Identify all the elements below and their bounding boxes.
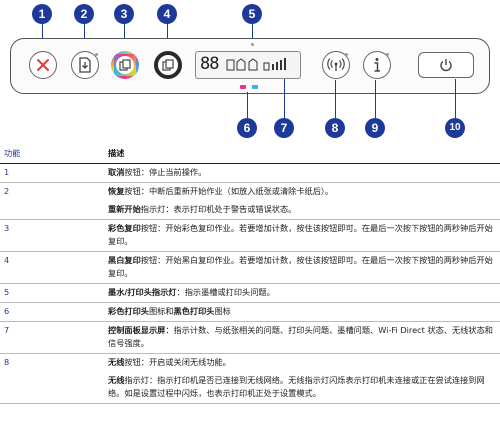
info-indicator-light bbox=[386, 53, 389, 56]
feature-number: 4 bbox=[0, 251, 104, 284]
display-count-digits: 88 bbox=[200, 54, 220, 74]
callout-8-leader bbox=[335, 80, 336, 118]
description-paragraph: 控制面板显示屏：指示计数、与纸张相关的问题、打印头问题、墨槽问题、Wi-Fi D… bbox=[108, 324, 496, 350]
feature-description: 无线按钮：开启或关闭无线功能。 无线指示灯：指示打印机是否已连接到无线网络。无线指… bbox=[104, 353, 500, 404]
description-paragraph: 彩色打印头图标和黑色打印头图标 bbox=[108, 305, 496, 318]
callout-9: 9 bbox=[365, 118, 385, 138]
feature-description: 恢复按钮：中断后重新开始作业（如放入纸张或清除卡纸后）。 重新开始指示灯：表示打印… bbox=[104, 182, 500, 220]
callout-3: 3 bbox=[114, 4, 134, 24]
description-text: ：指示墨槽或打印头问题。 bbox=[176, 287, 275, 297]
resume-indicator-light bbox=[95, 53, 98, 56]
table-row: 3 彩色复印按钮：开始彩色复印作业。若要增加计数，按住该按钮即可。在最后一次按下按… bbox=[0, 219, 500, 252]
callout-7: 7 bbox=[274, 118, 294, 138]
feature-number: 7 bbox=[0, 321, 104, 354]
term: 无线 bbox=[108, 375, 125, 385]
color-copy-button[interactable] bbox=[111, 51, 139, 79]
callout-2: 2 bbox=[74, 4, 94, 24]
feature-column-header: 功能 bbox=[0, 143, 104, 164]
callout-4: 4 bbox=[157, 4, 177, 24]
feature-description: 黑白复印按钮：开始黑白复印作业。若要增加计数，按住该按钮即可。在最后一次按下按钮… bbox=[104, 251, 500, 284]
description-paragraph: 无线指示灯：指示打印机是否已连接到无线网络。无线指示灯闪烁表示打印机未连接或正在… bbox=[108, 374, 496, 400]
callout-8: 8 bbox=[325, 118, 345, 138]
callout-5: 5 bbox=[242, 4, 262, 24]
black-copy-icon bbox=[162, 59, 174, 71]
feature-number: 1 bbox=[0, 163, 104, 183]
feature-description: 彩色复印按钮：开始彩色复印作业。若要增加计数，按住该按钮即可。在最后一次按下按钮… bbox=[104, 219, 500, 252]
callout-6-leader bbox=[247, 92, 248, 118]
table-header-row: 功能 描述 bbox=[0, 143, 500, 164]
description-paragraph: 无线按钮：开启或关闭无线功能。 bbox=[108, 356, 496, 369]
black-copy-button[interactable] bbox=[154, 51, 182, 79]
wireless-indicator-light bbox=[345, 53, 348, 56]
black-printhead-icon bbox=[252, 85, 258, 89]
table-row: 8 无线按钮：开启或关闭无线功能。 无线指示灯：指示打印机是否已连接到无线网络。无线… bbox=[0, 353, 500, 404]
feature-description: 控制面板显示屏：指示计数、与纸张相关的问题、打印头问题、墨槽问题、Wi-Fi D… bbox=[104, 321, 500, 354]
description-paragraph: 恢复按钮：中断后重新开始作业（如放入纸张或清除卡纸后）。 bbox=[108, 185, 496, 198]
callout-9-leader bbox=[375, 80, 376, 118]
table-row: 6 彩色打印头图标和黑色打印头图标 bbox=[0, 302, 500, 322]
resume-icon bbox=[79, 57, 91, 73]
description-paragraph: 重新开始指示灯：表示打印机处于警告或错误状态。 bbox=[108, 203, 496, 216]
callout-10-leader bbox=[455, 79, 456, 118]
term: 控制面板显示屏 bbox=[108, 325, 166, 335]
color-printhead-icon bbox=[240, 85, 246, 89]
callout-10: 10 bbox=[445, 118, 465, 138]
feature-number: 5 bbox=[0, 283, 104, 303]
table-row: 5 墨水/打印头指示灯：指示墨槽或打印头问题。 bbox=[0, 283, 500, 303]
control-panel-display: 88 bbox=[195, 51, 301, 79]
feature-table: 功能 描述 1 取消按钮：停止当前操作。 2 恢复按钮：中断后重新开始作业（如放入纸张… bbox=[0, 143, 500, 404]
term: 墨水/打印头指示灯 bbox=[108, 287, 177, 297]
feature-description: 墨水/打印头指示灯：指示墨槽或打印头问题。 bbox=[104, 283, 500, 303]
description-text: 按钮：中断后重新开始作业（如放入纸张或清除卡纸后）。 bbox=[124, 186, 334, 196]
feature-description: 彩色打印头图标和黑色打印头图标 bbox=[104, 302, 500, 322]
description-text: ：指示计数、与纸张相关的问题、打印头问题、墨槽问题、Wi-Fi Direct 状… bbox=[108, 325, 493, 348]
power-icon bbox=[440, 59, 452, 72]
manual-page: { "callouts": ["1","2","3","4","5","6","… bbox=[0, 0, 500, 432]
description-text: 指示灯：指示打印机是否已连接到无线网络。无线指示灯闪烁表示打印机未连接或正在尝试… bbox=[108, 375, 485, 398]
power-button[interactable] bbox=[418, 52, 474, 78]
term: 彩色复印 bbox=[108, 223, 141, 233]
description-column-header: 描述 bbox=[104, 143, 500, 164]
description-text: 按钮：开启或关闭无线功能。 bbox=[124, 357, 231, 367]
description-text: 图标和 bbox=[148, 306, 174, 316]
description-text: 指示灯：表示打印机处于警告或错误状态。 bbox=[140, 204, 297, 214]
description-text: 按钮：开始彩色复印作业。若要增加计数，按住该按钮即可。在最后一次按下按钮的两秒钟… bbox=[108, 223, 493, 246]
description-paragraph: 黑白复印按钮：开始黑白复印作业。若要增加计数，按住该按钮即可。在最后一次按下按钮… bbox=[108, 254, 496, 280]
description-paragraph: 墨水/打印头指示灯：指示墨槽或打印头问题。 bbox=[108, 286, 496, 299]
feature-number: 3 bbox=[0, 219, 104, 252]
table-body: 1 取消按钮：停止当前操作。 2 恢复按钮：中断后重新开始作业（如放入纸张或清除卡纸后… bbox=[0, 163, 500, 404]
description-paragraph: 取消按钮：停止当前操作。 bbox=[108, 166, 496, 179]
ink-printhead-indicator-light bbox=[251, 43, 254, 46]
term: 无线 bbox=[108, 357, 125, 367]
callout-6: 6 bbox=[237, 118, 257, 138]
color-copy-icon bbox=[116, 56, 134, 74]
description-text: 按钮：停止当前操作。 bbox=[124, 167, 207, 177]
info-icon bbox=[374, 58, 380, 72]
feature-number: 6 bbox=[0, 302, 104, 322]
display-status-icons bbox=[226, 58, 286, 71]
cancel-x-icon bbox=[37, 59, 49, 71]
term: 黑色打印头 bbox=[173, 306, 215, 316]
feature-number: 8 bbox=[0, 353, 104, 404]
table-row: 2 恢复按钮：中断后重新开始作业（如放入纸张或清除卡纸后）。 重新开始指示灯：表示打… bbox=[0, 182, 500, 220]
term: 恢复 bbox=[108, 186, 125, 196]
term: 彩色打印头 bbox=[108, 306, 149, 316]
term: 重新开始 bbox=[108, 204, 141, 214]
description-paragraph: 彩色复印按钮：开始彩色复印作业。若要增加计数，按住该按钮即可。在最后一次按下按钮… bbox=[108, 222, 496, 248]
table-row: 1 取消按钮：停止当前操作。 bbox=[0, 163, 500, 183]
callout-1: 1 bbox=[32, 4, 52, 24]
cancel-button[interactable] bbox=[29, 51, 57, 79]
wireless-icon bbox=[327, 58, 345, 71]
description-text: 按钮：开始黑白复印作业。若要增加计数，按住该按钮即可。在最后一次按下按钮的两秒钟… bbox=[108, 255, 493, 278]
description-text: 图标 bbox=[214, 306, 231, 316]
table-row: 7 控制面板显示屏：指示计数、与纸张相关的问题、打印头问题、墨槽问题、Wi-Fi … bbox=[0, 321, 500, 354]
feature-description: 取消按钮：停止当前操作。 bbox=[104, 163, 500, 183]
term: 取消 bbox=[108, 167, 125, 177]
term: 黑白复印 bbox=[108, 255, 141, 265]
feature-number: 2 bbox=[0, 182, 104, 220]
callout-7-leader bbox=[284, 79, 285, 118]
table-row: 4 黑白复印按钮：开始黑白复印作业。若要增加计数，按住该按钮即可。在最后一次按下按… bbox=[0, 251, 500, 284]
